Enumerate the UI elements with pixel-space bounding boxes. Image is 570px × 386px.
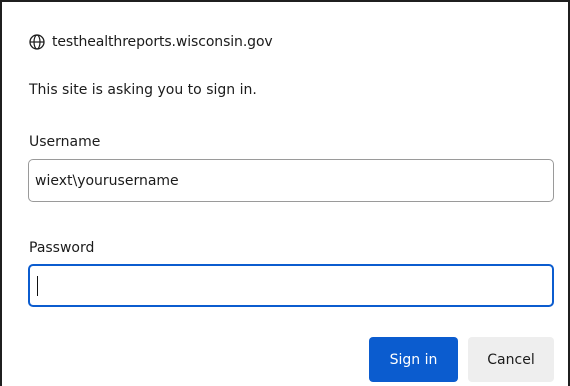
sign-in-button[interactable]: Sign in	[369, 337, 458, 382]
globe-icon	[29, 34, 45, 50]
site-url: testhealthreports.wisconsin.gov	[52, 34, 273, 50]
cancel-button[interactable]: Cancel	[468, 337, 554, 382]
password-input[interactable]	[28, 264, 554, 307]
password-label: Password	[29, 240, 95, 256]
username-label: Username	[29, 134, 101, 150]
site-header: testhealthreports.wisconsin.gov	[29, 32, 273, 52]
username-input[interactable]	[28, 159, 554, 202]
sign-in-prompt: This site is asking you to sign in.	[29, 82, 257, 98]
auth-dialog: testhealthreports.wisconsin.gov This sit…	[0, 0, 570, 386]
text-caret	[37, 276, 38, 296]
